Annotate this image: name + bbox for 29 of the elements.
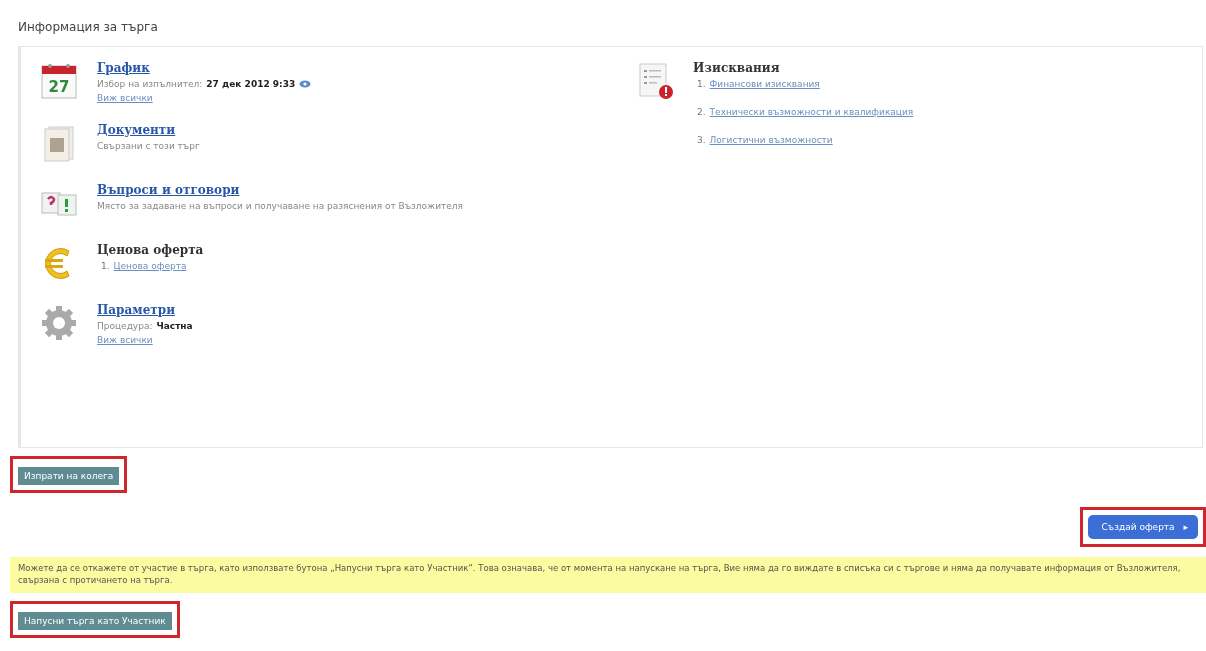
detail-value: 27 дек 2012 9:33 <box>206 79 296 89</box>
view-all-link[interactable]: Виж всички <box>97 335 153 345</box>
item-link[interactable]: Ценова оферта <box>113 261 187 271</box>
detail-label: Място за задаване на въпроси и получаване на разяснения от Възложителя <box>97 201 463 211</box>
requirement-link[interactable]: Технически възможности и квалификация <box>709 107 914 117</box>
create-offer-button[interactable]: Създай оферта ▸ <box>1087 515 1198 539</box>
section-heading: Ценова оферта <box>97 243 204 257</box>
section-link[interactable]: Въпроси и отговори <box>97 183 240 197</box>
section-link[interactable]: График <box>97 61 150 75</box>
section-heading: Изисквания <box>693 61 781 75</box>
requirement-link[interactable]: Логистични възможности <box>709 135 833 145</box>
requirement-link[interactable]: Финансови изисквания <box>709 79 820 89</box>
item-number: 3. <box>697 135 706 145</box>
detail-label: Свързани с този търг <box>97 141 200 151</box>
notice-text: Можете да се откажете от участие в търга, като използвате бутона „Напусни търга като Участник“. Това означава, че от момента на напускане на търга, Вие няма да го виждате в списъка си с търгове и няма да получавате информация от Възложителя, свързана с протичането на търга. <box>10 557 1206 593</box>
item-number: 2. <box>697 107 706 117</box>
section-link[interactable]: Параметри <box>97 303 176 317</box>
section-title: Информация за търга <box>17 20 159 34</box>
view-all-link[interactable]: Виж всички <box>97 93 153 103</box>
leave-tender-button[interactable]: Напусни търга като Участник <box>18 611 172 630</box>
item-number: 1. <box>101 261 110 271</box>
item-number: 1. <box>697 79 706 89</box>
gear-icon <box>39 303 79 343</box>
section-link[interactable]: Документи <box>97 123 176 137</box>
eye-icon[interactable] <box>299 79 312 89</box>
send-to-colleague-button[interactable]: Изпрати на колега <box>18 467 120 485</box>
detail-label: Избор на изпълнител: <box>97 79 203 89</box>
detail-label: Процедура: <box>97 321 153 331</box>
detail-value: Частна <box>156 321 193 331</box>
